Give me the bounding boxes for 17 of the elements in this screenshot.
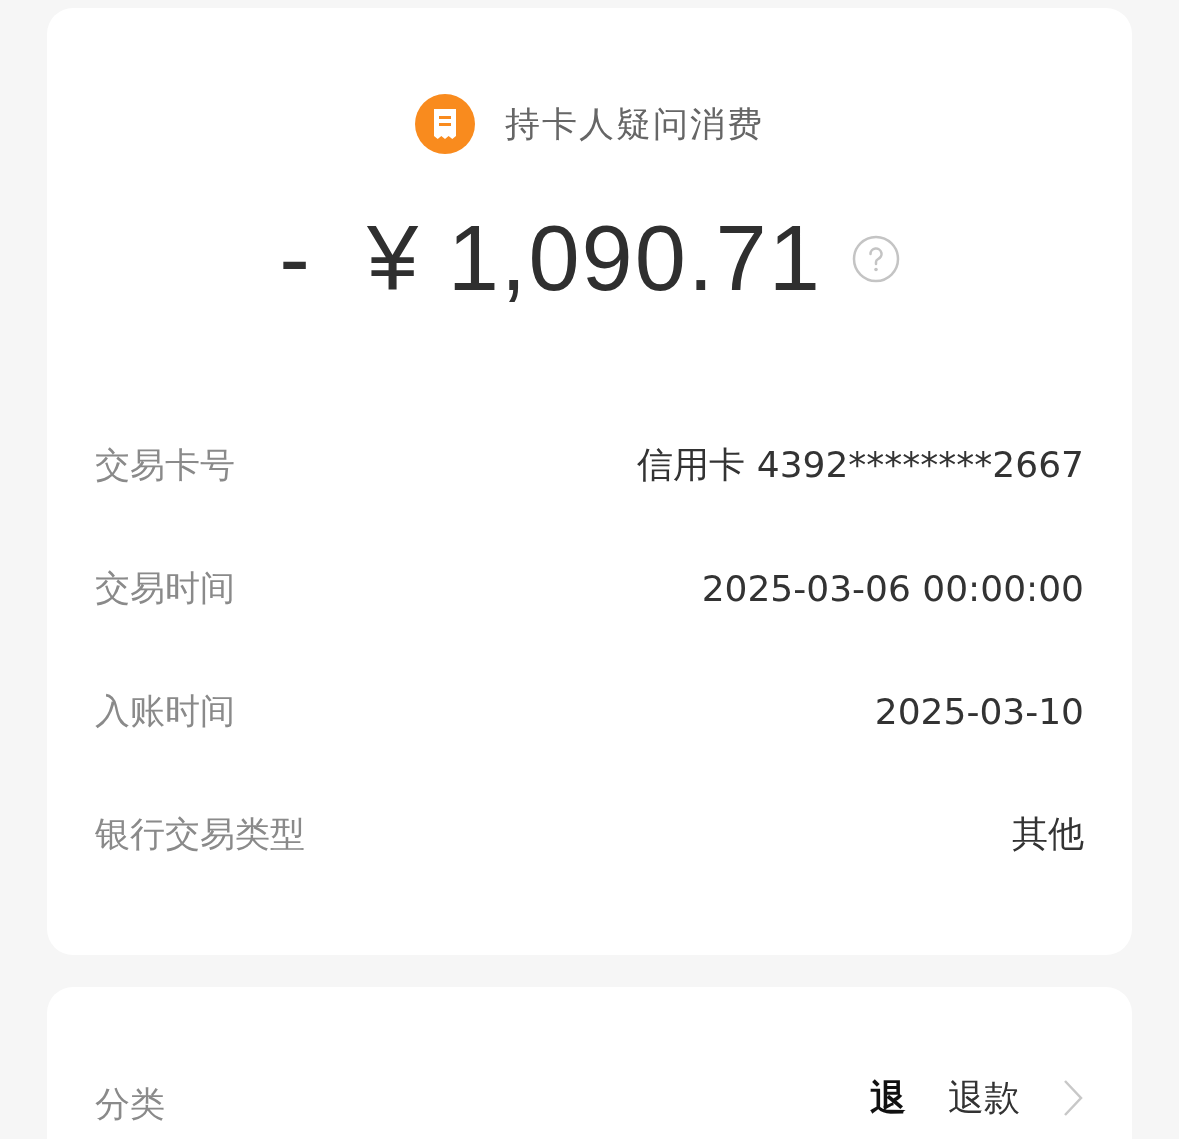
detail-label: 入账时间 bbox=[95, 690, 235, 733]
receipt-icon bbox=[415, 94, 475, 154]
detail-label: 交易卡号 bbox=[95, 444, 235, 487]
detail-value: 2025-03-06 00:00:00 bbox=[701, 568, 1084, 609]
amount: - ¥ 1,090.71 bbox=[279, 206, 822, 311]
detail-value: 2025-03-10 bbox=[874, 691, 1084, 732]
category-value: 退款 bbox=[948, 1075, 1020, 1120]
category-glyph: 退 bbox=[870, 1075, 906, 1120]
detail-value: 信用卡 4392********2667 bbox=[637, 443, 1084, 487]
chevron-right-icon bbox=[1062, 1078, 1084, 1118]
detail-label: 银行交易类型 bbox=[95, 813, 305, 856]
detail-label: 交易时间 bbox=[95, 567, 235, 610]
detail-value: 其他 bbox=[1012, 812, 1084, 856]
transaction-title: 持卡人疑问消费 bbox=[505, 102, 764, 146]
category-label: 分类 bbox=[95, 1082, 165, 1126]
help-icon[interactable] bbox=[851, 234, 900, 283]
category-row[interactable]: 分类 退 退款 bbox=[47, 987, 1132, 1139]
